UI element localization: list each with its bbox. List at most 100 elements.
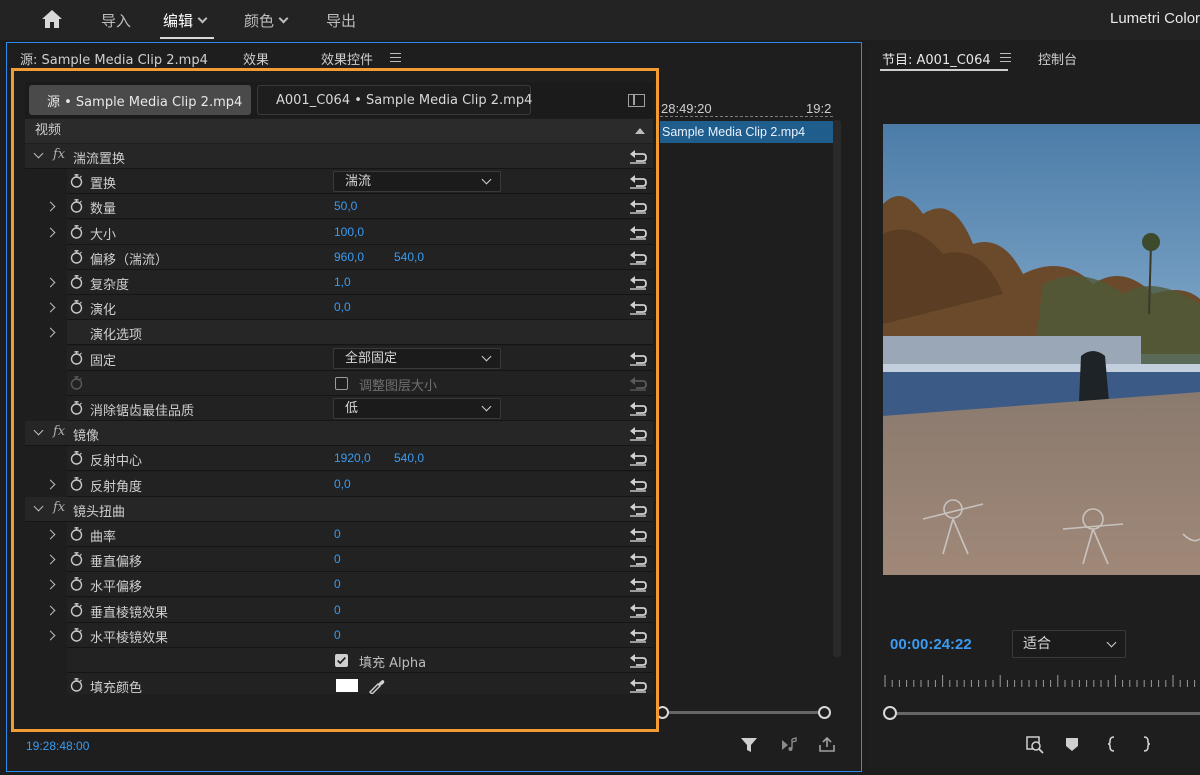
reset-icon[interactable] [629,602,647,618]
value-field[interactable]: 0 [334,527,341,541]
effect-row[interactable]: fx 湍流置换 [25,144,653,169]
tab-source[interactable]: 源: Sample Media Clip 2.mp4 [20,49,208,68]
value-field[interactable]: 1920,0 [334,451,371,465]
stopwatch-icon[interactable] [70,199,83,214]
reset-icon[interactable] [629,148,647,164]
chevron-right-icon[interactable] [45,630,56,641]
menu-export[interactable]: 导出 [326,10,356,31]
timeline-clip[interactable]: Sample Media Clip 2.mp4 [660,121,833,143]
collapse-up-icon[interactable] [635,128,645,134]
chevron-right-icon[interactable] [45,227,56,238]
property-row[interactable]: 水平棱镜效果 0 [25,622,653,648]
time-ruler[interactable] [660,116,833,120]
filter-icon[interactable] [740,736,758,754]
menu-edit[interactable]: 编辑 [163,10,208,31]
insert-icon[interactable] [1024,734,1044,754]
mark-in-icon[interactable] [1102,734,1122,754]
zoom-fit-dropdown[interactable]: 适合 [1012,630,1126,658]
reset-icon[interactable] [629,627,647,643]
chevron-down-icon[interactable] [33,425,44,436]
add-marker-icon[interactable] [1062,734,1082,754]
value-field[interactable]: 50,0 [334,199,357,213]
value-field[interactable]: 0 [334,628,341,642]
stopwatch-icon[interactable] [70,275,83,289]
program-timecode[interactable]: 00:00:24:22 [890,636,972,653]
property-row[interactable]: 调整图层大小 [25,370,653,396]
stopwatch-icon[interactable] [70,249,83,264]
reset-icon[interactable] [629,677,647,693]
chevron-right-icon[interactable] [45,327,56,338]
play-audio-icon[interactable] [780,736,798,754]
reset-icon[interactable] [629,526,647,542]
value-field[interactable]: 1,0 [334,275,351,289]
stopwatch-icon[interactable] [70,602,83,617]
reset-icon[interactable] [629,551,647,567]
property-dropdown[interactable]: 全部固定 [333,347,501,369]
reset-icon[interactable] [629,173,647,189]
chevron-down-icon[interactable] [33,148,44,159]
value-field-y[interactable]: 540,0 [394,250,424,264]
property-row[interactable]: 大小 100,0 [25,219,653,245]
chevron-right-icon[interactable] [45,529,56,540]
property-row[interactable]: 演化 0,0 [25,295,653,321]
menu-color[interactable]: 颜色 [244,10,289,31]
workspace-title[interactable]: Lumetri Color [1110,10,1200,27]
tab-console[interactable]: 控制台 [1038,49,1077,68]
property-row[interactable]: 反射角度 0,0 [25,471,653,497]
property-row[interactable]: 曲率 0 [25,522,653,547]
stopwatch-icon[interactable] [70,552,83,566]
reset-icon[interactable] [629,198,647,215]
program-time-ruler[interactable] [883,675,1200,689]
value-field[interactable]: 0 [334,577,341,591]
source-timecode[interactable]: 19:28:48:00 [26,739,89,753]
stopwatch-icon[interactable] [70,174,83,188]
chevron-right-icon[interactable] [45,479,56,490]
stopwatch-icon[interactable] [70,350,83,365]
tab-source-clip[interactable]: 源 • Sample Media Clip 2.mp4 [29,85,251,115]
panel-menu-icon[interactable] [390,53,401,62]
reset-icon[interactable] [629,350,647,366]
stopwatch-icon[interactable] [70,224,83,239]
chevron-right-icon[interactable] [45,554,56,565]
reset-icon[interactable] [629,400,647,416]
property-row[interactable]: 固定 全部固定 [25,345,653,371]
tab-effect-controls[interactable]: 效果控件 [321,49,373,68]
stopwatch-icon[interactable] [70,451,83,466]
value-field[interactable]: 0 [334,552,341,566]
reset-icon[interactable] [629,274,647,290]
stopwatch-icon[interactable] [70,527,83,541]
stopwatch-icon[interactable] [70,678,83,692]
vertical-scrollbar[interactable] [833,120,841,657]
effect-row[interactable]: fx 镜头扭曲 [25,496,653,522]
value-field[interactable]: 0 [334,603,341,617]
section-video[interactable]: 视频 [25,119,653,143]
value-field[interactable]: 100,0 [334,225,364,239]
reset-icon[interactable] [629,249,647,265]
reset-icon[interactable] [629,375,647,391]
tab-sequence-clip[interactable]: A001_C064 • Sample Media Clip 2.mp4 [257,85,532,115]
home-icon[interactable] [40,8,64,30]
reset-icon[interactable] [629,299,647,315]
reset-icon[interactable] [629,450,647,467]
property-row[interactable]: 偏移（湍流） 960,0 540,0 [25,244,653,270]
chevron-right-icon[interactable] [45,277,56,288]
chevron-right-icon[interactable] [45,302,56,313]
property-row[interactable]: 复杂度 1,0 [25,270,653,295]
timeline-zoom-scrollbar[interactable] [656,704,833,720]
effect-row[interactable]: fx 镜像 [25,421,653,447]
export-icon[interactable] [818,736,836,754]
checkbox[interactable] [335,654,348,667]
property-row[interactable]: 数量 50,0 [25,194,653,220]
scroll-handle-left[interactable] [656,706,669,719]
stopwatch-icon[interactable] [70,627,83,642]
tab-program[interactable]: 节目: A001_C064 [882,49,991,68]
chevron-right-icon[interactable] [45,579,56,590]
mark-out-icon[interactable] [1136,734,1156,754]
value-field[interactable]: 960,0 [334,250,364,264]
chevron-right-icon[interactable] [45,201,56,212]
fx-toggle-icon[interactable]: fx [53,147,65,162]
reset-icon[interactable] [629,224,647,240]
chevron-down-icon[interactable] [33,501,44,512]
reset-icon[interactable] [629,652,647,668]
value-field[interactable]: 0,0 [334,477,351,491]
